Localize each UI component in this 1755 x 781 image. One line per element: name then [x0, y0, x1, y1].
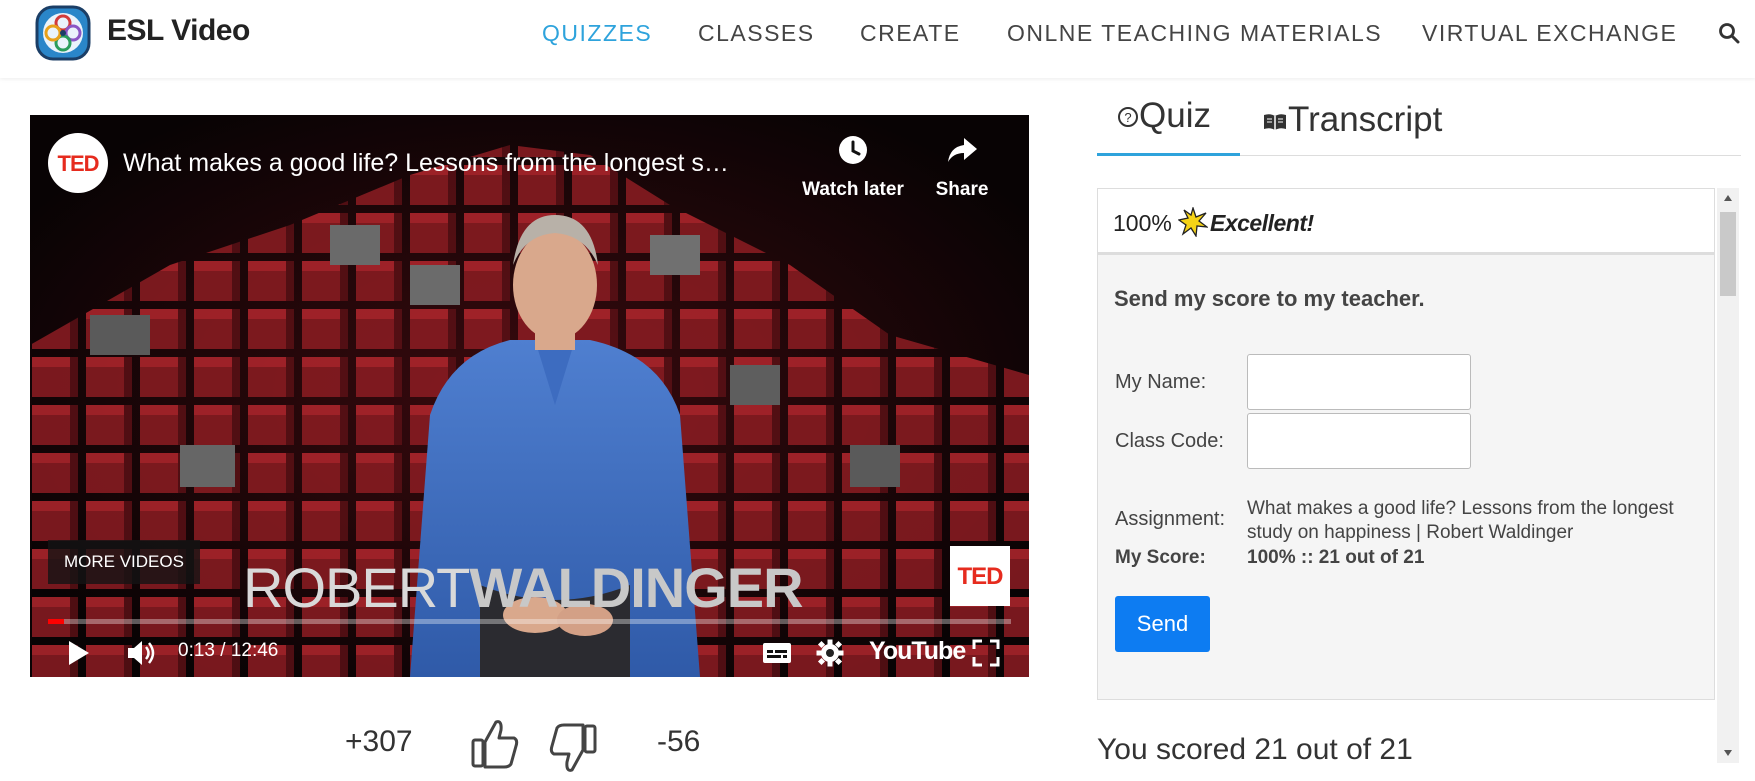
search-icon[interactable]: [1718, 22, 1740, 44]
book-icon: [1264, 114, 1286, 130]
nav-quizzes[interactable]: QUIZZES: [542, 20, 652, 47]
speaker-first-name: ROBERT: [243, 556, 470, 619]
tab-transcript-label: Transcript: [1288, 100, 1443, 139]
thumbs-down-icon[interactable]: [548, 722, 598, 774]
play-icon[interactable]: [66, 639, 92, 667]
share-label: Share: [935, 179, 989, 200]
watch-later-button[interactable]: Watch later: [788, 135, 918, 201]
panel-scrollbar[interactable]: [1717, 188, 1739, 763]
tab-quiz[interactable]: ? Quiz: [1117, 96, 1211, 136]
send-button[interactable]: Send: [1115, 596, 1210, 652]
brand-name[interactable]: ESL Video: [107, 14, 250, 48]
fullscreen-icon[interactable]: [972, 639, 1000, 667]
name-input[interactable]: [1247, 354, 1471, 410]
share-arrow-icon: [948, 138, 977, 162]
active-tab-indicator: [1097, 153, 1240, 156]
thumbs-up-icon[interactable]: [470, 718, 520, 770]
speaker-last-name: WALDINGER: [469, 556, 803, 619]
name-label: My Name:: [1115, 371, 1207, 393]
star-burst-icon: [1178, 207, 1208, 237]
youtube-logo[interactable]: YouTube: [869, 637, 966, 666]
score-summary: You scored 21 out of 21: [1097, 733, 1413, 766]
settings-gear-icon[interactable]: [816, 639, 844, 667]
svg-text:?: ?: [1124, 110, 1131, 125]
volume-icon[interactable]: [126, 639, 158, 667]
class-code-label: Class Code:: [1115, 430, 1224, 452]
tab-transcript[interactable]: Transcript: [1262, 100, 1442, 140]
video-time: 0:13 / 12:46: [178, 640, 279, 661]
nav-classes[interactable]: CLASSES: [698, 20, 815, 47]
watch-later-label: Watch later: [802, 179, 904, 200]
speaker-name-overlay: ROBERTWALDINGER: [243, 555, 804, 620]
share-button[interactable]: Share: [922, 135, 1002, 201]
score-label: My Score:: [1115, 547, 1206, 568]
scroll-thumb[interactable]: [1720, 212, 1736, 296]
tab-quiz-label: Quiz: [1139, 96, 1211, 135]
downvote-count: -56: [657, 725, 701, 758]
nav-virtual-exchange[interactable]: VIRTUAL EXCHANGE: [1422, 20, 1677, 47]
nav-online-teaching-materials[interactable]: ONLNE TEACHING MATERIALS: [1007, 20, 1382, 47]
score-value: 100% :: 21 out of 21: [1247, 547, 1425, 568]
site-header: ESL Video QUIZZES CLASSES CREATE ONLNE T…: [0, 0, 1755, 78]
result-bar: 100% Excellent!: [1098, 189, 1714, 255]
ted-channel-logo[interactable]: TED: [48, 133, 108, 193]
send-score-heading: Send my score to my teacher.: [1114, 286, 1425, 311]
quiz-result-panel: 100% Excellent! Send my score to my teac…: [1097, 188, 1715, 700]
assignment-value: What makes a good life? Lessons from the…: [1247, 498, 1674, 543]
captions-icon[interactable]: [762, 641, 792, 665]
nav-create[interactable]: CREATE: [860, 20, 961, 47]
video-title[interactable]: What makes a good life? Lessons from the…: [123, 149, 773, 178]
video-player[interactable]: TED What makes a good life? Lessons from…: [30, 115, 1029, 677]
clock-icon: [839, 136, 867, 164]
video-progress-bar[interactable]: [48, 619, 1011, 624]
more-videos-button[interactable]: MORE VIDEOS: [48, 540, 200, 584]
esl-video-logo-icon[interactable]: [34, 4, 92, 62]
scroll-down-arrow-icon[interactable]: [1723, 749, 1733, 757]
upvote-count: +307: [345, 725, 413, 758]
class-code-input[interactable]: [1247, 413, 1471, 469]
result-percent: 100%: [1113, 210, 1172, 236]
ted-corner-logo: TED: [950, 546, 1010, 606]
result-word: Excellent!: [1210, 210, 1314, 236]
scroll-up-arrow-icon[interactable]: [1723, 194, 1733, 202]
question-circle-icon: ?: [1118, 107, 1138, 127]
assignment-label: Assignment:: [1115, 508, 1226, 530]
video-progress-fill: [48, 619, 65, 624]
